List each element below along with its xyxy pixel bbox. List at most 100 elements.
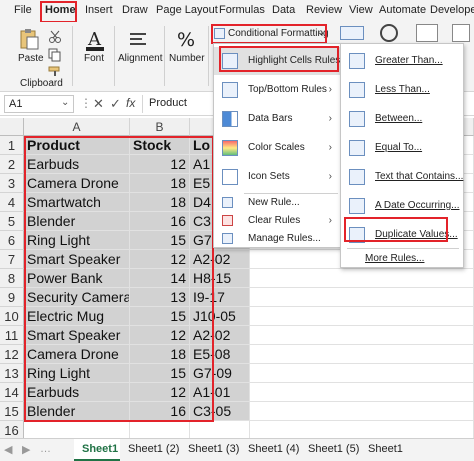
cell-empty[interactable] — [250, 326, 474, 345]
sheet-tab-bar: ◀ ▶ … Sheet1 Sheet1 (2) Sheet1 (3) Sheet… — [0, 438, 474, 461]
row-header[interactable]: 1 — [0, 136, 24, 155]
row-header[interactable]: 3 — [0, 174, 24, 193]
cell-empty[interactable] — [250, 345, 474, 364]
chevron-down-icon: ⌄ — [61, 97, 70, 108]
format-painter-icon[interactable] — [48, 66, 62, 76]
menu-item-text-contains[interactable]: Text that Contains... — [341, 163, 463, 191]
menu-item-greater-than[interactable]: Greater Than... — [341, 47, 463, 75]
sheet-tab-6[interactable]: Sheet1 — [368, 443, 403, 455]
fx-icon[interactable]: fx — [126, 96, 135, 110]
find-icon[interactable] — [380, 24, 398, 42]
highlight-cells-rules-highlight — [219, 46, 339, 72]
menu-item-label: Icon Sets — [248, 171, 290, 182]
paste-icon[interactable] — [18, 28, 40, 50]
menu-item-icon-sets[interactable]: Icon Sets › — [214, 163, 340, 191]
row-header[interactable]: 15 — [0, 402, 24, 421]
chevron-right-icon[interactable]: ▶ — [22, 443, 30, 456]
menu-item-manage-rules[interactable]: Manage Rules... — [214, 230, 340, 248]
sheet-tab-4[interactable]: Sheet1 (4) — [248, 443, 299, 455]
font-label[interactable]: Font — [84, 53, 104, 64]
row-header[interactable]: 8 — [0, 269, 24, 288]
icon-sets-icon — [222, 169, 238, 185]
clear-rules-icon — [222, 215, 233, 226]
tab-insert[interactable]: Insert — [85, 4, 113, 16]
menu-item-between[interactable]: Between... — [341, 105, 463, 133]
menu-item-label: Text that Contains... — [375, 171, 464, 182]
percent-icon[interactable]: % — [174, 28, 196, 51]
enter-icon[interactable]: ✓ — [110, 96, 121, 112]
tab-automate[interactable]: Automate — [379, 4, 426, 16]
alignment-label[interactable]: Alignment — [118, 53, 162, 64]
alignment-icon[interactable] — [128, 30, 148, 50]
cell-empty[interactable] — [250, 402, 474, 421]
menu-item-more-rules[interactable]: More Rules... — [341, 249, 463, 267]
tab-page-layout[interactable]: Page Layout — [156, 4, 218, 16]
sheet-tab-2[interactable]: Sheet1 (2) — [128, 443, 179, 455]
cut-icon[interactable] — [48, 30, 62, 44]
row-header[interactable]: 2 — [0, 155, 24, 174]
menu-item-equal-to[interactable]: Equal To... — [341, 134, 463, 162]
row-header[interactable]: 4 — [0, 193, 24, 212]
cell-empty[interactable] — [250, 288, 474, 307]
font-icon[interactable]: A — [84, 28, 106, 52]
chevron-left-icon[interactable]: ◀ — [4, 443, 12, 456]
row-header[interactable]: 11 — [0, 326, 24, 345]
menu-item-new-rule[interactable]: New Rule... — [214, 194, 340, 212]
row-header[interactable]: 9 — [0, 288, 24, 307]
formula-input-value: Product — [149, 97, 187, 109]
column-header-b[interactable]: B — [130, 118, 190, 136]
duplicate-values-highlight — [344, 217, 448, 242]
column-header-a[interactable]: A — [24, 118, 130, 136]
row-header[interactable]: 6 — [0, 231, 24, 250]
menu-item-label: Data Bars — [248, 113, 293, 124]
cell-empty[interactable] — [250, 364, 474, 383]
greater-than-icon — [349, 53, 365, 69]
chevron-right-icon: › — [328, 171, 332, 182]
tab-review[interactable]: Review — [306, 4, 342, 16]
tab-developer[interactable]: Developer — [430, 4, 474, 16]
sheet-tab-active[interactable]: Sheet1 — [74, 439, 120, 461]
tab-view[interactable]: View — [349, 4, 373, 16]
number-label[interactable]: Number — [169, 53, 205, 64]
sheet-tab-5[interactable]: Sheet1 (5) — [308, 443, 359, 455]
more-sheets-icon[interactable]: … — [40, 443, 51, 455]
menu-item-label: Greater Than... — [375, 55, 443, 66]
format-as-table-icon[interactable] — [340, 26, 364, 40]
chevron-right-icon: › — [328, 84, 332, 95]
menu-item-data-bars[interactable]: Data Bars › — [214, 105, 340, 133]
top-bottom-icon — [222, 82, 238, 98]
menu-item-clear-rules[interactable]: Clear Rules › — [214, 212, 340, 230]
row-header[interactable]: 10 — [0, 307, 24, 326]
cell-empty[interactable] — [250, 307, 474, 326]
row-header[interactable]: 13 — [0, 364, 24, 383]
tab-data[interactable]: Data — [272, 4, 295, 16]
cell-empty[interactable] — [250, 269, 474, 288]
analyze-data-icon[interactable] — [452, 24, 470, 42]
conditional-formatting-highlight — [211, 24, 327, 44]
addins-icon[interactable] — [416, 24, 438, 42]
row-header[interactable]: 14 — [0, 383, 24, 402]
name-box[interactable]: A1 ⌄ — [4, 95, 74, 113]
menu-item-top-bottom-rules[interactable]: Top/Bottom Rules › — [214, 76, 340, 104]
sheet-tab-label: Sheet1 — [82, 443, 119, 455]
menu-item-label: A Date Occurring... — [375, 200, 460, 211]
cancel-icon[interactable]: ✕ — [93, 96, 104, 112]
svg-text:%: % — [177, 29, 195, 50]
row-header[interactable]: 7 — [0, 250, 24, 269]
menu-item-label: Less Than... — [375, 84, 430, 95]
name-box-value: A1 — [9, 98, 23, 110]
more-icon: ⋮ — [80, 96, 92, 110]
row-header[interactable]: 12 — [0, 345, 24, 364]
tab-file[interactable]: File — [14, 4, 32, 16]
tab-formulas[interactable]: Formulas — [219, 4, 265, 16]
copy-icon[interactable] — [48, 48, 62, 62]
paste-label[interactable]: Paste — [18, 53, 44, 64]
row-header[interactable]: 5 — [0, 212, 24, 231]
select-all-corner[interactable] — [0, 118, 24, 136]
menu-item-less-than[interactable]: Less Than... — [341, 76, 463, 104]
sheet-tab-3[interactable]: Sheet1 (3) — [188, 443, 239, 455]
cell-empty[interactable] — [250, 383, 474, 402]
tab-draw[interactable]: Draw — [122, 4, 148, 16]
menu-item-color-scales[interactable]: Color Scales › — [214, 134, 340, 162]
menu-item-date-occurring[interactable]: A Date Occurring... — [341, 192, 463, 220]
